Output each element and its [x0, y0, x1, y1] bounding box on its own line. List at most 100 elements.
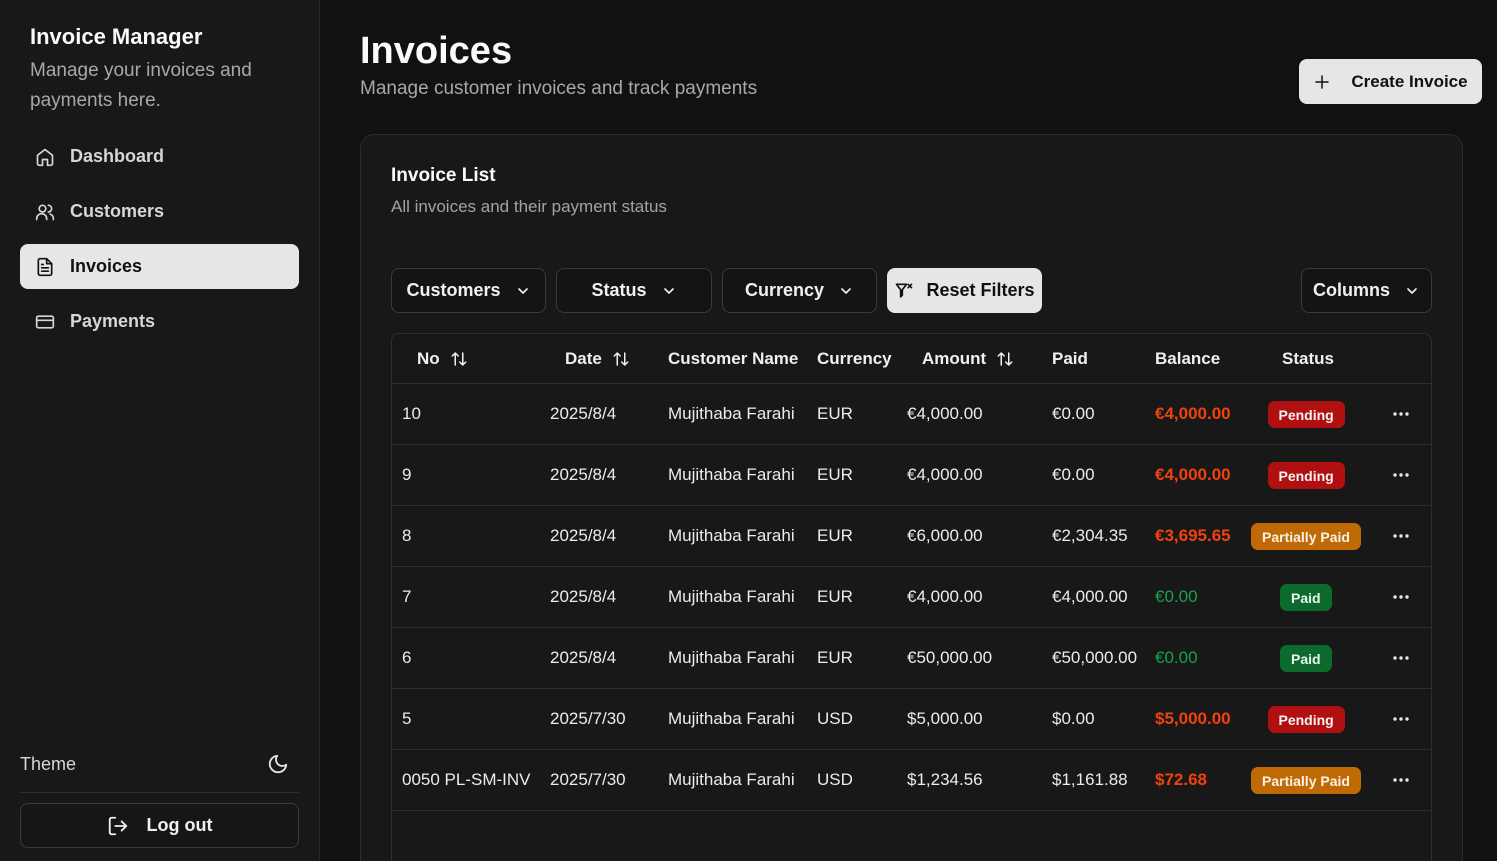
more-actions-icon[interactable]	[1390, 707, 1412, 731]
cell-amount: €6,000.00	[907, 526, 983, 545]
cell-amount: $5,000.00	[907, 709, 983, 728]
cell-paid: $1,161.88	[1052, 770, 1128, 789]
table-row[interactable]: 10 2025/8/4 Mujithaba Farahi EUR €4,000.00 €0…	[392, 384, 1431, 445]
cell-date: 2025/7/30	[550, 709, 626, 728]
cell-no: 10	[402, 404, 421, 423]
sidebar-item-payments[interactable]: Payments	[20, 299, 299, 344]
table-row-partial	[392, 811, 1431, 861]
file-text-icon	[37, 257, 53, 276]
page-subtitle: Manage customer invoices and track payme…	[360, 78, 758, 99]
cell-customer-name: Mujithaba Farahi	[668, 587, 795, 606]
more-actions-icon[interactable]	[1390, 402, 1412, 426]
more-actions-icon[interactable]	[1390, 768, 1412, 792]
sidebar-item-customers[interactable]: Customers	[20, 189, 299, 234]
table-row[interactable]: 5 2025/7/30 Mujithaba Farahi USD $5,000.00 $0…	[392, 689, 1431, 750]
cell-currency: EUR	[817, 526, 853, 545]
home-icon	[36, 148, 54, 166]
column-header-label: Date	[565, 349, 602, 368]
card-subtitle: All invoices and their payment status	[391, 197, 667, 216]
status-filter-label: Status	[591, 280, 647, 300]
cell-no: 8	[402, 526, 412, 545]
chevron-down-icon	[841, 287, 851, 294]
cell-currency: USD	[817, 770, 853, 789]
app-title: Invoice Manager	[30, 24, 203, 49]
create-invoice-button[interactable]: Create Invoice	[1299, 59, 1482, 104]
table-row[interactable]: 6 2025/8/4 Mujithaba Farahi EUR €50,000.00 €5…	[392, 628, 1431, 689]
cell-amount: $1,234.56	[907, 770, 983, 789]
column-header-paid: Paid	[1052, 334, 1088, 384]
column-header-status: Status	[1282, 334, 1334, 384]
status-badge: Partially Paid	[1251, 523, 1361, 550]
column-header-label: Balance	[1155, 349, 1221, 368]
filter-x-icon	[896, 283, 913, 298]
more-actions-icon[interactable]	[1390, 524, 1412, 548]
invoices-table: No Date Customer Name Currency Amount Pa…	[391, 333, 1432, 861]
cell-customer-name: Mujithaba Farahi	[668, 526, 795, 545]
cell-balance: €0.00	[1155, 587, 1198, 606]
theme-row: Theme	[20, 748, 299, 780]
more-actions-icon[interactable]	[1390, 463, 1412, 487]
cell-amount: €4,000.00	[907, 587, 983, 606]
cell-balance: €3,695.65	[1155, 526, 1231, 545]
sidebar-item-dashboard[interactable]: Dashboard	[20, 134, 299, 179]
table-row[interactable]: 8 2025/8/4 Mujithaba Farahi EUR €6,000.00 €2,…	[392, 506, 1431, 567]
columns-dropdown[interactable]: Columns	[1301, 268, 1432, 313]
logout-label: Log out	[146, 815, 213, 835]
status-badge: Pending	[1267, 401, 1345, 428]
chevron-down-icon	[517, 287, 528, 294]
sort-icon	[997, 352, 1013, 366]
cell-date: 2025/8/4	[550, 465, 617, 484]
cell-date: 2025/8/4	[550, 587, 617, 606]
sidebar-divider	[20, 792, 299, 793]
status-badge: Paid	[1280, 645, 1332, 672]
more-actions-icon[interactable]	[1390, 585, 1412, 609]
cell-no: 5	[402, 709, 412, 728]
cell-balance: $5,000.00	[1155, 709, 1231, 728]
app-subtitle: Manage your invoices and payments here.	[30, 60, 252, 111]
currency-filter-label: Currency	[744, 280, 825, 300]
more-actions-icon[interactable]	[1390, 646, 1412, 670]
cell-no: 6	[402, 648, 412, 667]
column-header-label: No	[417, 349, 440, 368]
cell-currency: EUR	[817, 465, 853, 484]
cell-balance: €4,000.00	[1155, 465, 1231, 484]
column-header-date[interactable]: Date	[565, 334, 630, 384]
cell-paid: €0.00	[1052, 465, 1095, 484]
customers-filter[interactable]: Customers	[391, 268, 546, 313]
status-badge: Pending	[1267, 462, 1345, 489]
cell-no: 7	[402, 587, 412, 606]
users-icon	[35, 204, 55, 220]
column-header-amount[interactable]: Amount	[922, 334, 1014, 384]
cell-paid: €2,304.35	[1052, 526, 1128, 545]
table-row[interactable]: 9 2025/8/4 Mujithaba Farahi EUR €4,000.00 €0.…	[392, 445, 1431, 506]
credit-card-icon	[35, 314, 55, 329]
cell-amount: €50,000.00	[907, 648, 993, 667]
column-header-customer-name: Customer Name	[668, 334, 798, 384]
cell-no: 9	[402, 465, 412, 484]
cell-customer-name: Mujithaba Farahi	[668, 465, 795, 484]
cell-balance: $72.68	[1155, 770, 1207, 789]
moon-icon[interactable]	[267, 753, 289, 775]
table-row[interactable]: 0050 PL-SM-INV 2025/7/30 Mujithaba Farahi U…	[392, 750, 1431, 811]
reset-filters-button[interactable]: Reset Filters	[887, 268, 1042, 313]
logout-button[interactable]: Log out	[20, 803, 299, 848]
sidebar-item-label: Payments	[70, 311, 156, 331]
cell-paid: €0.00	[1052, 404, 1095, 423]
log-out-icon	[108, 816, 127, 835]
status-filter[interactable]: Status	[556, 268, 712, 313]
cell-customer-name: Mujithaba Farahi	[668, 648, 795, 667]
table-row[interactable]: 7 2025/8/4 Mujithaba Farahi EUR €4,000.00 €4,…	[392, 567, 1431, 628]
sidebar-nav: Dashboard Customers Invoices Payments	[20, 134, 299, 354]
cell-balance: €0.00	[1155, 648, 1198, 667]
page-title: Invoices	[360, 30, 513, 72]
sidebar-item-invoices[interactable]: Invoices	[20, 244, 299, 289]
currency-filter[interactable]: Currency	[722, 268, 877, 313]
sidebar-item-label: Invoices	[70, 256, 143, 276]
column-header-no[interactable]: No	[417, 334, 468, 384]
cell-date: 2025/8/4	[550, 404, 617, 423]
column-header-label: Customer Name	[668, 349, 799, 368]
plus-icon	[1315, 74, 1330, 89]
chevron-down-icon	[1407, 287, 1417, 294]
status-badge: Partially Paid	[1251, 767, 1361, 794]
cell-date: 2025/7/30	[550, 770, 626, 789]
